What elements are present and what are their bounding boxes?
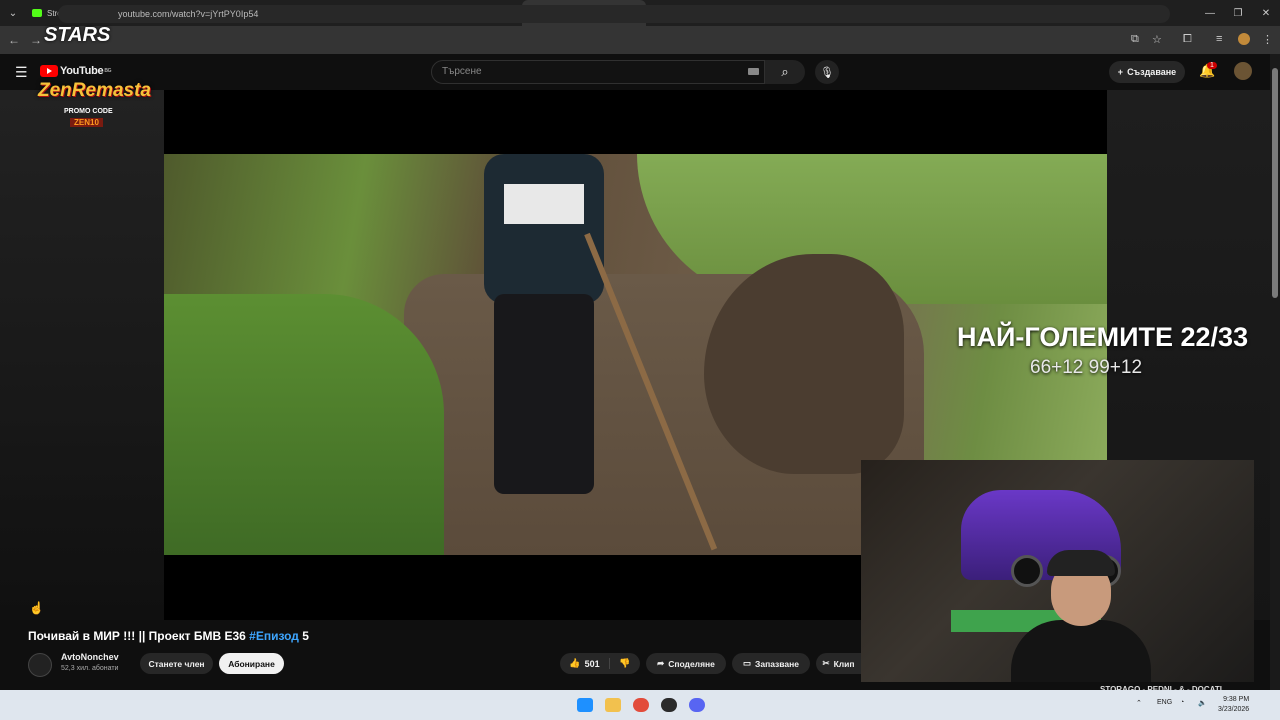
search-input[interactable]: Търсене (431, 60, 765, 84)
join-button[interactable]: Станете член (140, 653, 213, 674)
subscribe-button[interactable]: Абониране (219, 653, 284, 674)
back-icon[interactable]: ← (3, 33, 25, 47)
overlay-title: НАЙ-ГОЛЕМИТЕ 22/33 (957, 322, 1249, 352)
like-button[interactable]: 👍 501 (560, 658, 610, 669)
bookmark-star-icon[interactable]: ☆ (1152, 33, 1162, 46)
clip-button[interactable]: ✂ Клип (816, 653, 861, 674)
window-controls: — ❐ ✕ (1196, 0, 1280, 26)
share-button[interactable]: ➦ Споделяне (646, 653, 726, 674)
plus-icon: + (1117, 67, 1124, 77)
discord-icon[interactable] (689, 698, 705, 712)
system-clock[interactable]: 9:38 PM 3/23/2026 (1218, 695, 1249, 715)
search-icon: ⌕ (781, 64, 789, 79)
zenremasta-logo: ZenRemasta (38, 80, 151, 101)
profile-avatar[interactable] (1238, 33, 1250, 45)
url-field[interactable]: youtube.com/watch?v=jYrtPY0Ip54 (58, 5, 1170, 23)
promo-code: ZEN10 (70, 118, 103, 127)
share-label: Споделяне (668, 658, 715, 669)
tab-favicon-icon (32, 9, 42, 17)
subscriber-count: 52,3 хил. абонати (61, 665, 119, 672)
create-label: Създаване (1127, 67, 1177, 77)
network-icon[interactable]: ◔ (1180, 699, 1184, 706)
save-label: Запазване (755, 658, 799, 669)
clip-label: Клип (833, 658, 855, 669)
bookmark-icon: ▭ (743, 658, 752, 668)
video-title: Почивай в МИР !!! || Проект БМВ Е36 #Епи… (28, 629, 309, 643)
like-count: 501 (584, 658, 600, 669)
video-title-end: 5 (298, 629, 309, 643)
youtube-header: ☰ YouTube BG Търсене ⌕ 🎙 + Създаване 🔔 1 (0, 54, 1280, 90)
media-control-icon[interactable]: ≡ (1216, 33, 1222, 45)
scrollbar-thumb[interactable] (1272, 68, 1278, 298)
mouse-cursor-icon: ☝ (29, 601, 44, 615)
obs-icon[interactable] (661, 698, 677, 712)
promo-code-label: PROMO CODE (64, 108, 113, 115)
streamer (1011, 550, 1151, 682)
clock-time: 9:38 PM (1223, 696, 1250, 703)
stars-logo: STARS (44, 24, 111, 46)
browser-menu-icon[interactable]: ⋮ (1262, 33, 1273, 46)
dislike-button[interactable]: 👎 (610, 658, 640, 669)
grass-patch (164, 294, 444, 555)
language-indicator[interactable]: ENG (1157, 699, 1172, 706)
menu-hamburger-icon[interactable]: ☰ (15, 64, 28, 81)
page-scrollbar[interactable] (1270, 54, 1280, 690)
microphone-icon: 🎙 (820, 66, 834, 79)
thumbs-up-icon: 👍 (569, 658, 581, 668)
volume-icon[interactable]: 🔈 (1198, 699, 1207, 707)
address-bar-row: ← → (0, 26, 1280, 54)
file-explorer-icon[interactable] (605, 698, 621, 712)
streamer-webcam (861, 460, 1254, 682)
scissors-icon: ✂ (822, 658, 830, 668)
save-button[interactable]: ▭ Запазване (732, 653, 810, 674)
channel-avatar[interactable] (28, 653, 52, 677)
share-icon: ➦ (657, 658, 665, 668)
search-button[interactable]: ⌕ (765, 60, 805, 84)
create-button[interactable]: + Създаване (1109, 61, 1185, 83)
notification-badge: 1 (1207, 62, 1217, 69)
keyboard-icon[interactable] (748, 68, 759, 75)
restore-icon[interactable]: ❐ (1224, 0, 1252, 26)
tray-chevron-icon[interactable]: ⌃ (1136, 699, 1142, 707)
channel-name[interactable]: AvtoNonchev (61, 652, 119, 662)
sponsor-promo-overlay: STARS ZenRemasta PROMO CODE ZEN10 (38, 22, 151, 134)
windows-start-icon[interactable] (577, 698, 593, 712)
install-app-icon[interactable]: ⧉ (1131, 33, 1139, 46)
thumbs-down-icon: 👎 (619, 658, 631, 668)
tab-search-button[interactable]: ⌄ (0, 0, 26, 26)
digging-person (464, 154, 624, 534)
overlay-subtitle: 66+12 99+12 (1030, 357, 1143, 378)
video-title-text: Почивай в МИР !!! || Проект БМВ Е36 (28, 629, 250, 643)
left-ambient (0, 90, 164, 620)
like-dislike-group: 👍 501 👎 (560, 653, 640, 674)
clock-date: 3/23/2026 (1218, 706, 1250, 713)
voice-search-button[interactable]: 🎙 (815, 60, 839, 84)
extensions-icon[interactable]: ⧠ (1183, 33, 1192, 46)
minimize-icon[interactable]: — (1196, 0, 1224, 26)
account-avatar[interactable] (1234, 62, 1252, 80)
chrome-icon[interactable] (633, 698, 649, 712)
hashtag-link[interactable]: #Епизод (249, 629, 299, 643)
close-window-icon[interactable]: ✕ (1252, 0, 1280, 26)
